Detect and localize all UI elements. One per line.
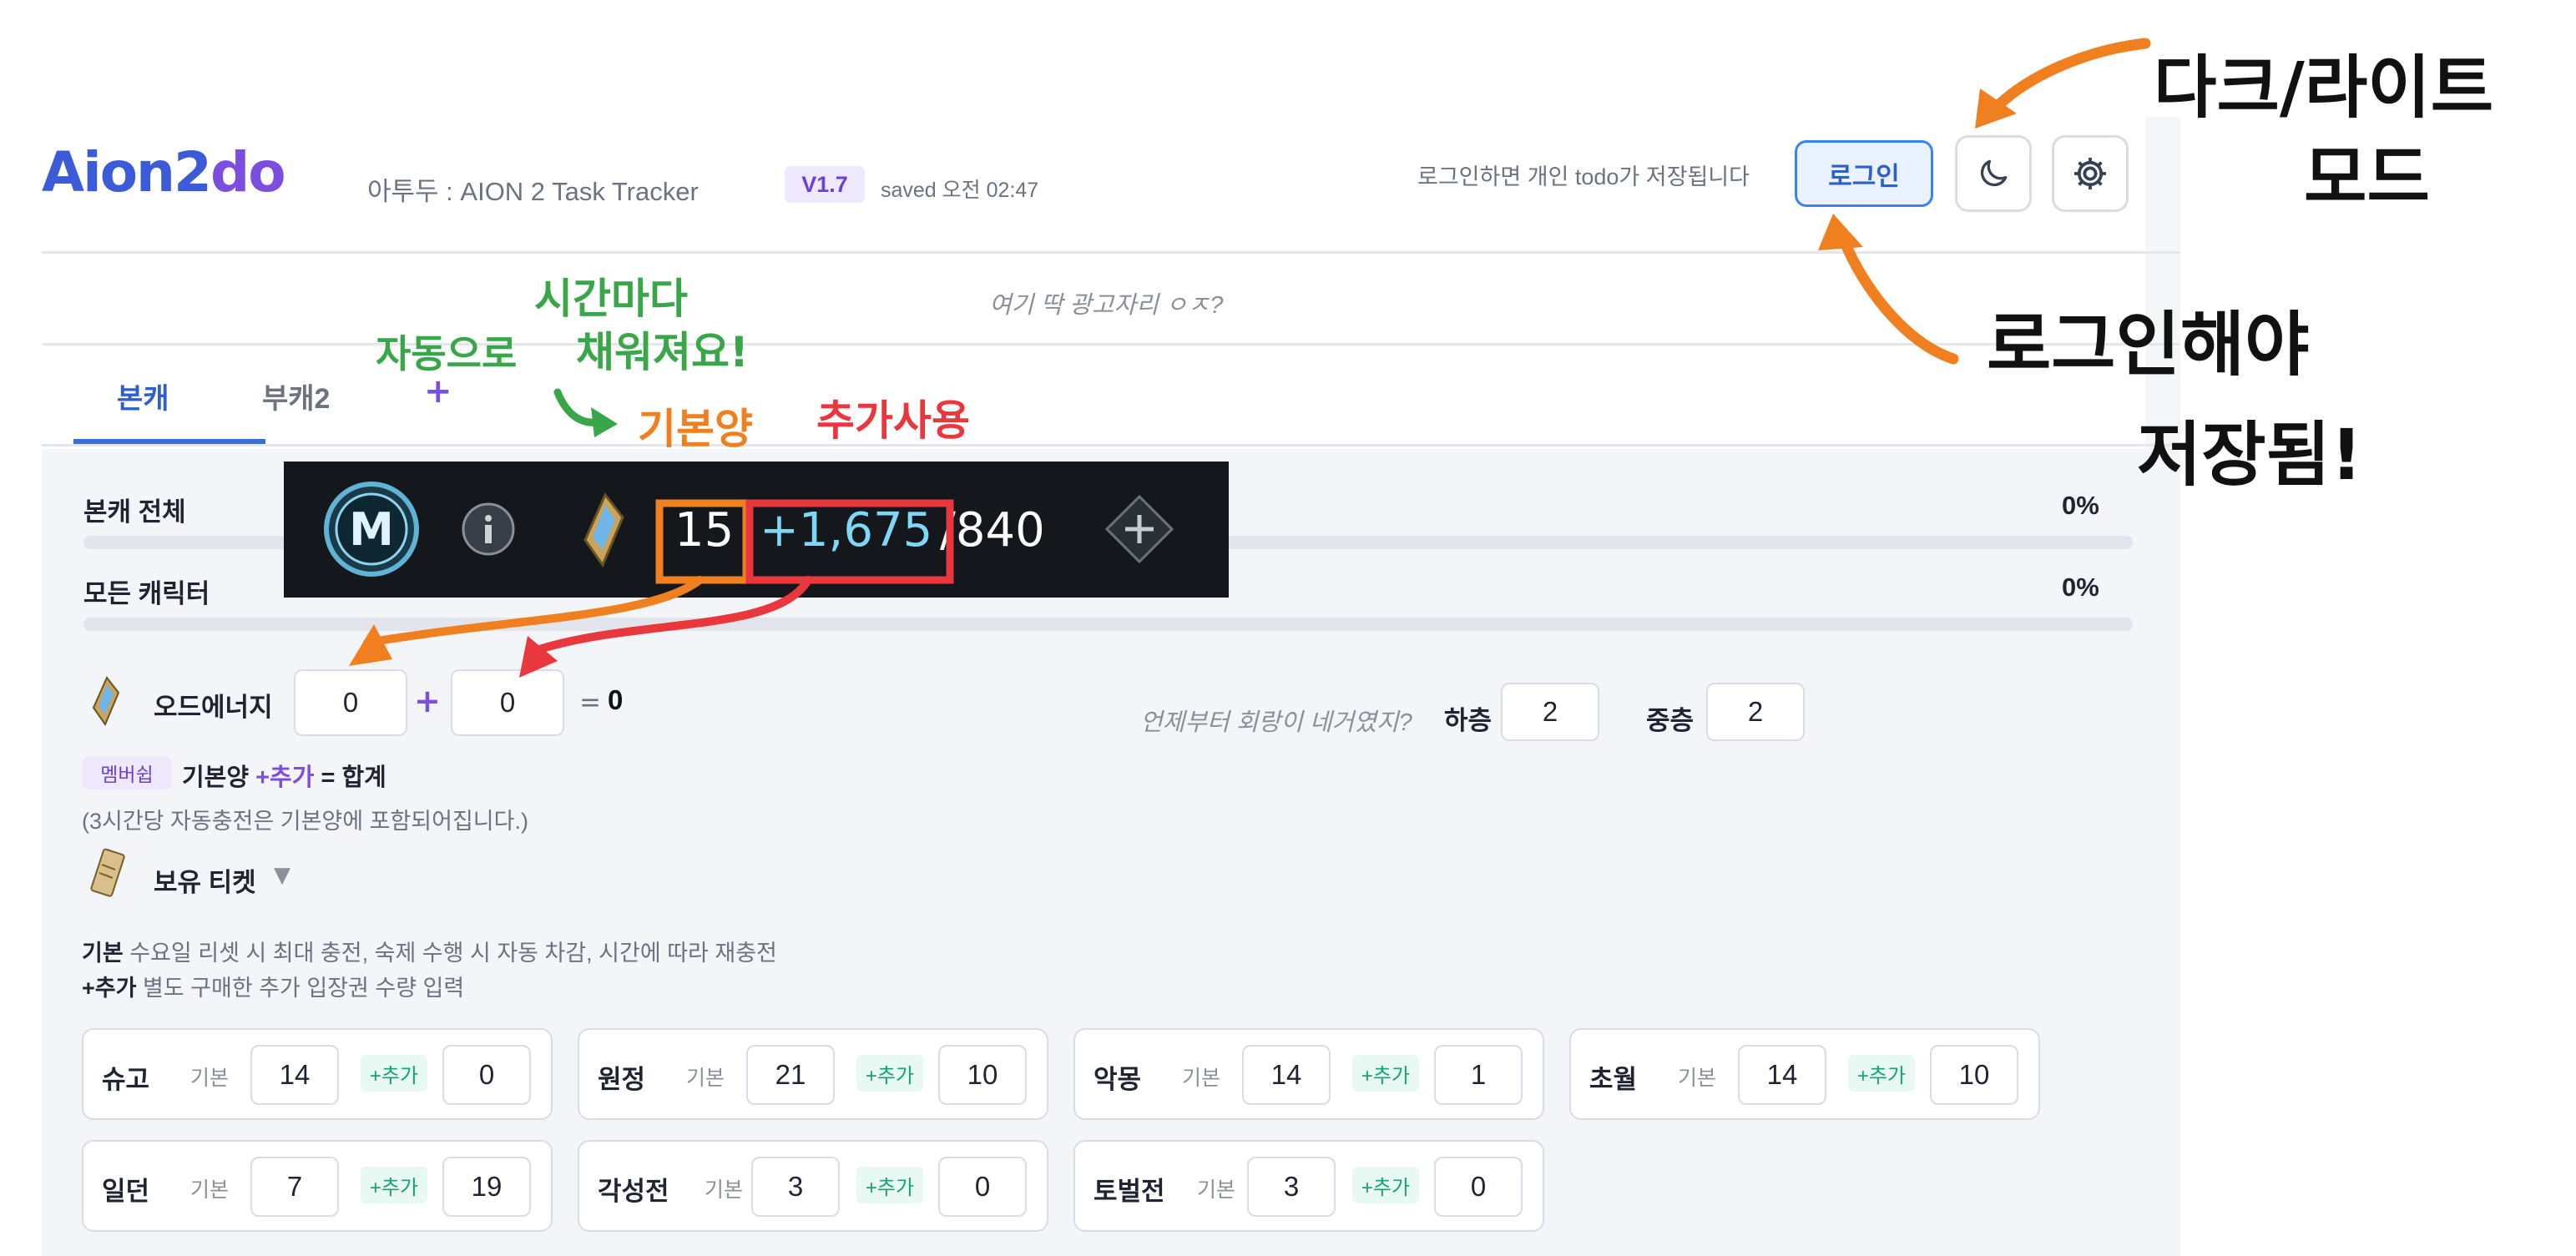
annotation-base-amount: 기본양 — [638, 405, 753, 453]
green-arrow-head — [591, 407, 618, 437]
annotation-saved: 저장됨! — [2137, 414, 2363, 496]
theme-arrow — [1989, 38, 2151, 114]
extra-highlight-box — [745, 499, 954, 584]
login-arrow — [1839, 236, 1959, 365]
base-arrow-head — [349, 624, 392, 666]
annotation-auto: 자동으로 — [376, 331, 518, 376]
login-arrow-head — [1818, 214, 1863, 250]
annotation-mode: 모드 — [2304, 139, 2430, 218]
annotation-dark-light: 다크/라이트 — [2154, 48, 2494, 128]
annotation-layer — [349, 38, 2151, 678]
base-arrow — [363, 576, 704, 647]
annotation-refilled: 채워져요! — [576, 328, 749, 376]
annotation-extra-use: 추가사용 — [816, 396, 970, 445]
annotation-hourly: 시간마다 — [534, 275, 688, 323]
base-highlight-box — [655, 499, 750, 584]
annotation-login-required: 로그인해야 — [1987, 304, 2310, 386]
screenshot-canvas: Aion2do 아투두 : AION 2 Task Tracker V1.7 s… — [0, 0, 2576, 1256]
